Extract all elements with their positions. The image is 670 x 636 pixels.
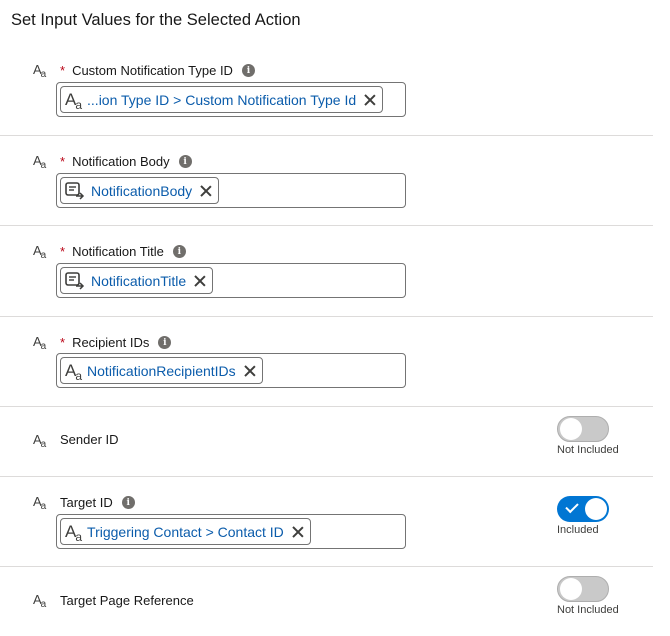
field-label-notification-body: * Notification Body i — [60, 154, 192, 169]
checkmark-icon — [565, 499, 579, 514]
remove-pill-icon[interactable] — [200, 185, 212, 197]
toggle-status: Not Included — [557, 604, 619, 616]
remove-pill-icon[interactable] — [292, 526, 304, 538]
toggle-status: Not Included — [557, 444, 619, 456]
notification-title-field[interactable]: NotificationTitle — [56, 263, 406, 298]
info-icon[interactable]: i — [178, 155, 192, 168]
text-resource-icon: Aa — [65, 90, 82, 112]
info-icon[interactable]: i — [121, 496, 135, 509]
required-marker: * — [60, 335, 66, 350]
text-type-icon: Aa — [33, 432, 46, 450]
text-type-icon: Aa — [33, 153, 46, 171]
resource-pill[interactable]: Aa ...ion Type ID > Custom Notification … — [60, 86, 384, 113]
divider — [0, 225, 653, 226]
info-icon[interactable]: i — [172, 245, 186, 258]
remove-pill-icon[interactable] — [194, 275, 206, 287]
resource-pill[interactable]: NotificationBody — [60, 177, 220, 204]
notification-body-field[interactable]: NotificationBody — [56, 173, 406, 208]
text-type-icon: Aa — [33, 592, 46, 610]
toggle-knob — [560, 418, 582, 440]
target-id-toggle[interactable] — [557, 496, 609, 522]
toggle-status: Included — [557, 524, 599, 536]
divider — [0, 406, 653, 407]
text-resource-icon: Aa — [65, 361, 82, 383]
text-type-icon: Aa — [33, 494, 46, 512]
resource-pill[interactable]: NotificationTitle — [60, 267, 214, 294]
recipient-ids-field[interactable]: Aa NotificationRecipientIDs — [56, 353, 406, 388]
field-label-target-page-reference: Target Page Reference — [60, 593, 194, 608]
target-id-field[interactable]: Aa Triggering Contact > Contact ID — [56, 514, 406, 549]
resource-pill[interactable]: Aa NotificationRecipientIDs — [60, 357, 263, 384]
field-label-custom-notification-type-id: * Custom Notification Type ID i — [60, 63, 255, 78]
info-icon[interactable]: i — [241, 64, 255, 77]
sender-id-toggle[interactable] — [557, 416, 609, 442]
divider — [0, 135, 653, 136]
required-marker: * — [60, 154, 66, 169]
divider — [0, 476, 653, 477]
remove-pill-icon[interactable] — [364, 94, 376, 106]
variable-resource-icon — [65, 181, 85, 200]
resource-pill[interactable]: Aa Triggering Contact > Contact ID — [60, 518, 311, 545]
toggle-knob — [560, 578, 582, 600]
text-resource-icon: Aa — [65, 522, 82, 544]
field-label-sender-id: Sender ID — [60, 432, 119, 447]
remove-pill-icon[interactable] — [244, 365, 256, 377]
text-type-icon: Aa — [33, 243, 46, 261]
divider — [0, 316, 653, 317]
variable-resource-icon — [65, 271, 85, 290]
info-icon[interactable]: i — [158, 336, 172, 349]
text-type-icon: Aa — [33, 62, 46, 80]
field-label-target-id: Target ID i — [60, 495, 135, 510]
section-heading: Set Input Values for the Selected Action — [11, 11, 301, 29]
field-label-recipient-ids: * Recipient IDs i — [60, 335, 172, 350]
field-label-notification-title: * Notification Title i — [60, 244, 186, 259]
toggle-knob — [585, 498, 607, 520]
custom-notification-type-id-field[interactable]: Aa ...ion Type ID > Custom Notification … — [56, 82, 406, 117]
required-marker: * — [60, 244, 66, 259]
divider — [0, 566, 653, 567]
text-type-icon: Aa — [33, 334, 46, 352]
required-marker: * — [60, 63, 66, 78]
target-page-reference-toggle[interactable] — [557, 576, 609, 602]
